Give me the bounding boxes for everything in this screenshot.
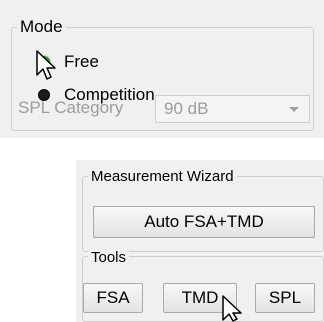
auto-fsa-tmd-button[interactable]: Auto FSA+TMD <box>93 206 315 238</box>
mode-panel: Mode Free Competition SPL Category 90 dB <box>0 0 324 138</box>
measurement-wizard-title: Measurement Wizard <box>88 168 237 186</box>
spl-category-select[interactable]: 90 dB <box>155 95 310 123</box>
radio-free-label[interactable]: Free <box>64 52 99 72</box>
mouse-cursor-icon <box>36 50 56 80</box>
mode-group-title: Mode <box>17 18 66 36</box>
spl-button[interactable]: SPL <box>255 283 315 313</box>
spl-category-value: 90 dB <box>164 99 209 118</box>
spl-category-label: SPL Category <box>18 98 124 117</box>
chevron-down-icon[interactable] <box>289 107 299 112</box>
tools-title: Tools <box>88 249 130 267</box>
fsa-button[interactable]: FSA <box>83 283 143 313</box>
mouse-cursor-icon <box>222 295 242 322</box>
